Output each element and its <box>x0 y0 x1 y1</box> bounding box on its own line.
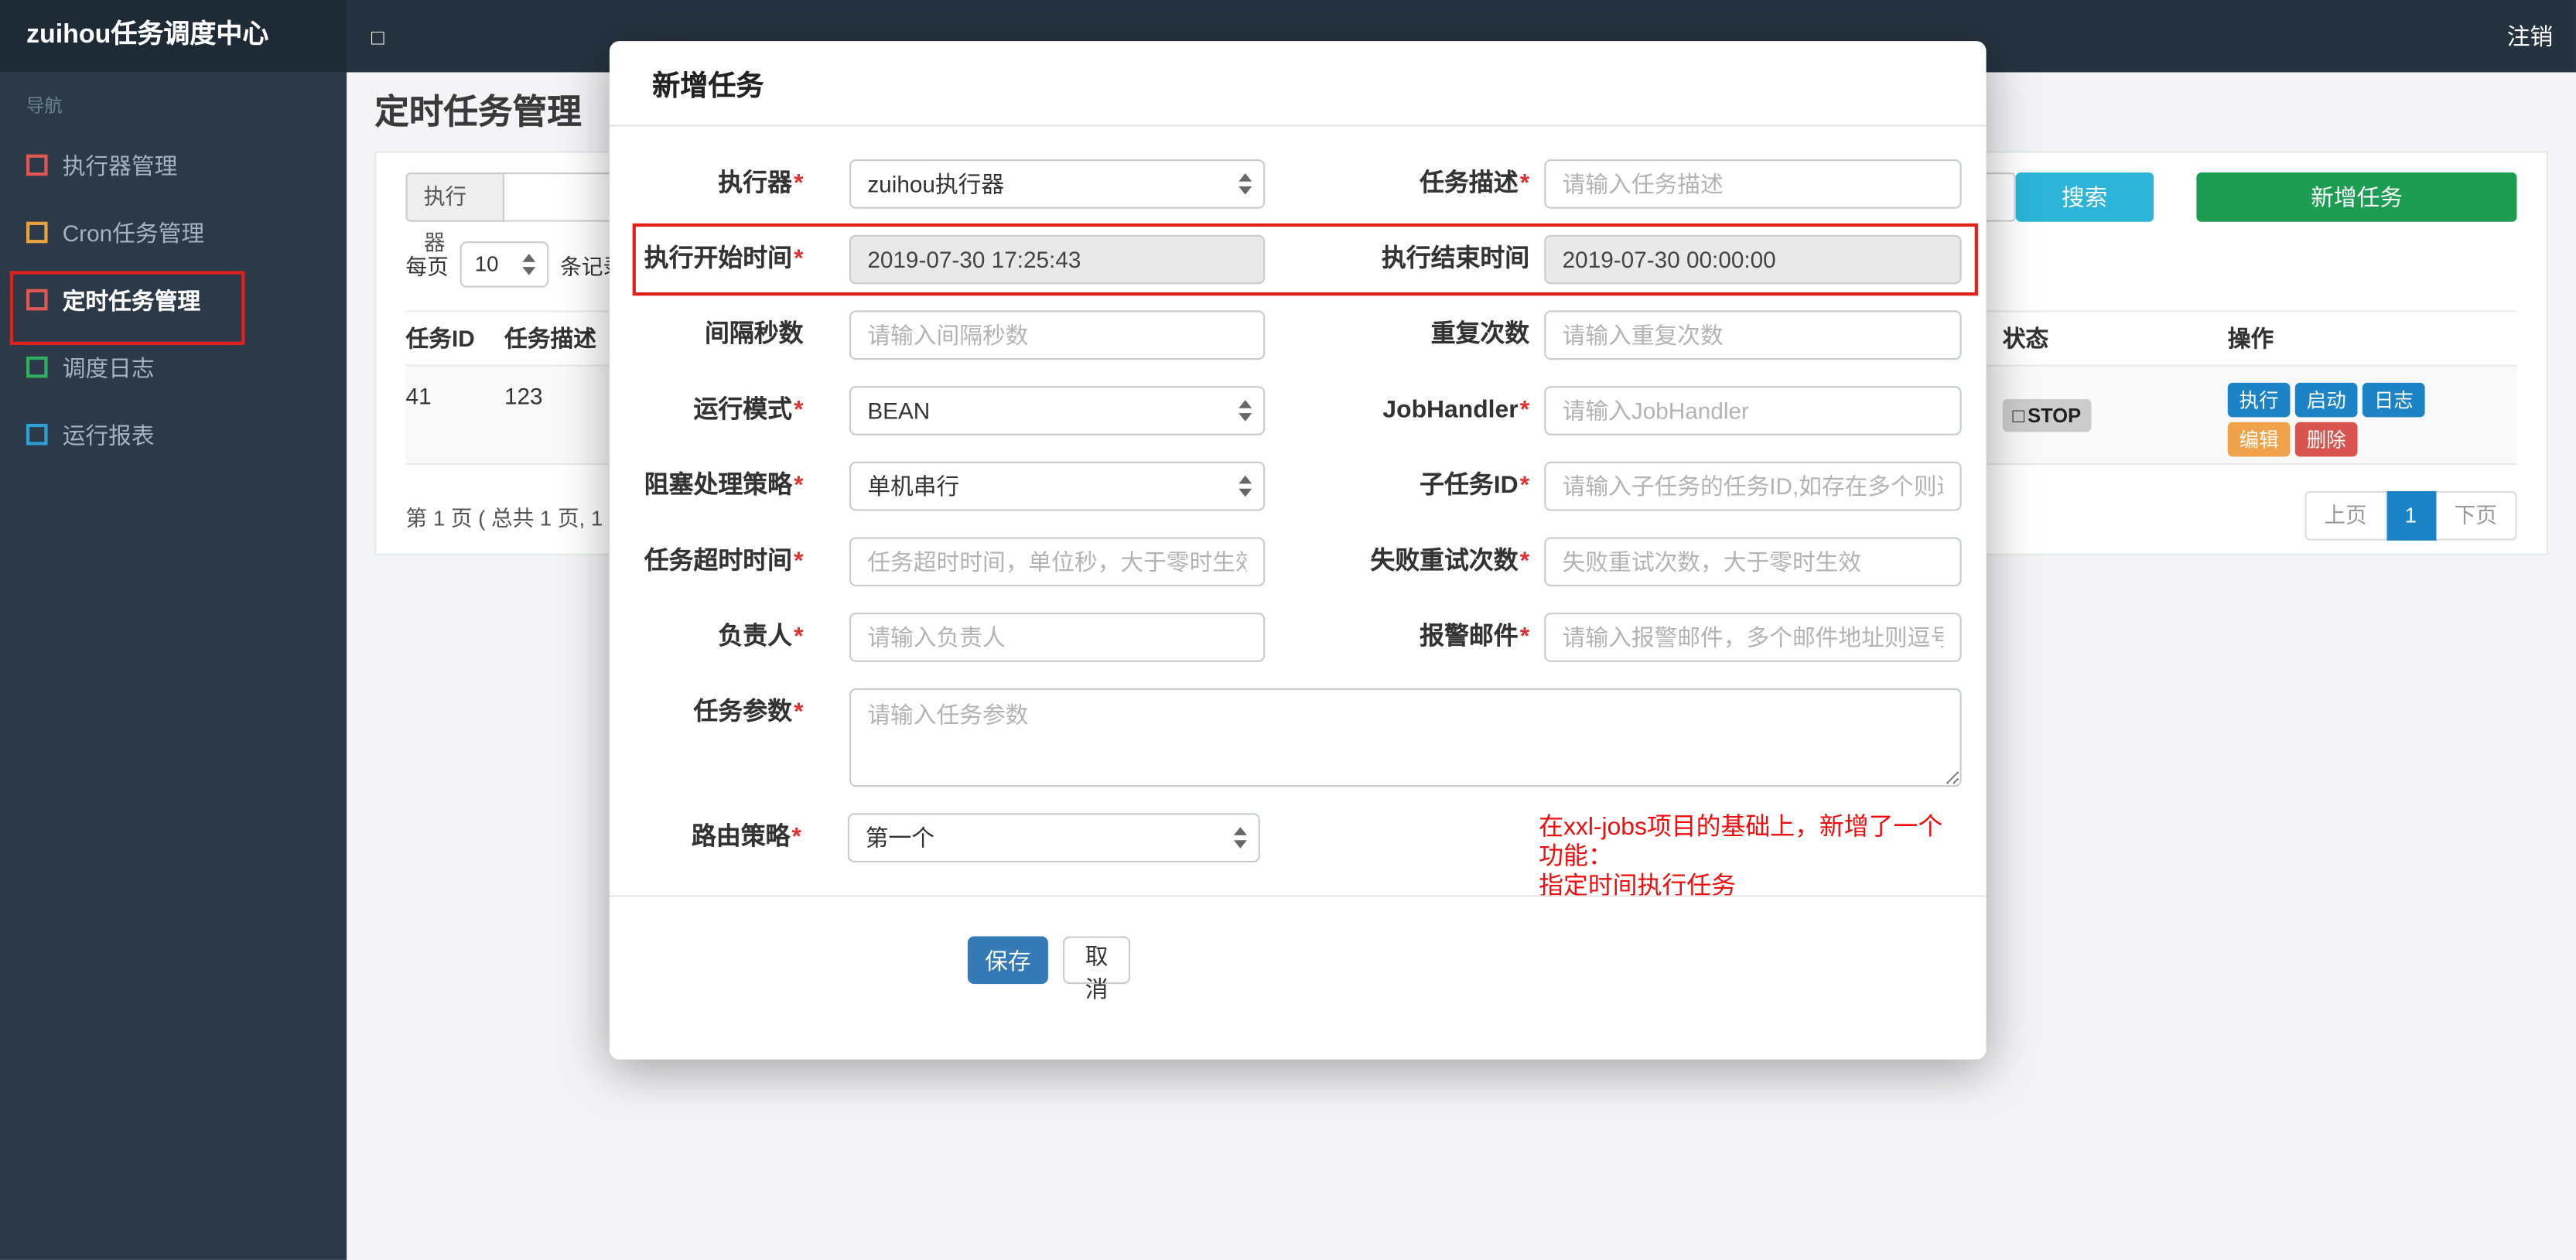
executor-label: 执行器 * <box>718 169 804 197</box>
modal-body: 执行器* zuihou执行器 任务描述* 执行开始时间* 执行结束时间 间隔秒数 <box>610 127 1987 900</box>
form-row-owner: 负责人* 报警邮件* <box>610 613 1962 662</box>
form-row-route-strategy: 路由策略 * 第一个 在xxl-jobs项目的基础上，新增了一个功能： 指定时间执… <box>610 813 1962 900</box>
run-mode-select[interactable]: BEAN <box>849 386 1266 435</box>
repeat-count-label: 重复次数 <box>1430 320 1530 349</box>
col-task-id: 任务ID <box>405 325 475 352</box>
executor-select[interactable]: zuihou执行器 <box>849 159 1266 209</box>
end-time-label: 执行结束时间 <box>1381 244 1530 273</box>
form-row-block-strategy: 阻塞处理策略 * 单机串行 子任务ID * <box>610 461 1962 511</box>
sidebar-item-label: 调度日志 <box>62 353 155 381</box>
alarm-email-input[interactable] <box>1544 613 1962 662</box>
modal-title: 新增任务 <box>609 41 1987 127</box>
jobhandler-input[interactable] <box>1544 386 1962 435</box>
sidebar-item-label: 运行报表 <box>62 421 155 448</box>
logout-link[interactable]: 注销 <box>2507 19 2553 52</box>
prev-page-button[interactable]: 上页 <box>2304 490 2387 541</box>
current-page-button[interactable]: 1 <box>2386 490 2437 541</box>
per-page-select[interactable]: 10 <box>460 241 549 288</box>
block-strategy-select[interactable]: 单机串行 <box>849 461 1266 511</box>
form-row-run-mode: 运行模式 * BEAN JobHandler * <box>610 386 1962 435</box>
child-task-label: 子任务ID * <box>1420 471 1530 500</box>
jobhandler-label: JobHandler * <box>1382 395 1530 424</box>
cell-actions: 执行 启动 日志 编辑 删除 <box>2227 367 2517 457</box>
sidebar: 导航 执行器管理 Cron任务管理 定时任务管理 调度日志 运行报表 <box>0 72 347 1260</box>
select-arrows-icon <box>1233 827 1247 849</box>
interval-label: 间隔秒数 <box>705 320 804 349</box>
save-button[interactable]: 保存 <box>967 936 1048 985</box>
sidebar-item-timed-task-mgmt[interactable]: 定时任务管理 <box>0 266 347 333</box>
form-row-exec-time: 执行开始时间* 执行结束时间 <box>610 234 1962 285</box>
add-task-button[interactable]: 新增任务 <box>2196 172 2517 222</box>
form-row-interval: 间隔秒数 重复次数 <box>610 310 1962 360</box>
delete-button[interactable]: 删除 <box>2294 422 2358 457</box>
status-badge: □ STOP <box>2002 399 2091 432</box>
start-time-input[interactable] <box>849 234 1266 285</box>
nav-section-label: 导航 <box>26 97 63 117</box>
cancel-button[interactable]: 取消 <box>1063 936 1131 1002</box>
owner-input[interactable] <box>849 613 1266 662</box>
task-desc-input[interactable] <box>1544 159 1962 209</box>
sidebar-item-run-report[interactable]: 运行报表 <box>0 401 347 468</box>
stop-square-icon: □ <box>2012 404 2024 428</box>
page-info: 第 1 页 ( 总共 1 页, 1 <box>405 505 603 530</box>
run-mode-label: 运行模式 * <box>693 395 804 424</box>
sidebar-item-dispatch-log[interactable]: 调度日志 <box>0 333 347 401</box>
col-actions: 操作 <box>2227 325 2274 352</box>
retry-count-label: 失败重试次数 * <box>1370 547 1530 575</box>
sidebar-collapse-icon[interactable]: □ <box>371 24 384 49</box>
pagination: 上页 1 下页 <box>2304 490 2517 541</box>
start-time-label: 执行开始时间 * <box>644 244 804 273</box>
select-arrows-icon <box>1238 173 1252 195</box>
timeout-label: 任务超时时间 * <box>644 547 804 575</box>
alarm-email-label: 报警邮件 * <box>1420 622 1530 650</box>
start-button[interactable]: 启动 <box>2294 382 2358 418</box>
interval-input[interactable] <box>849 310 1266 360</box>
add-task-modal: 新增任务 执行器* zuihou执行器 任务描述* 执行开始时间* 执行结束时间 <box>609 41 1987 1060</box>
task-params-textarea[interactable] <box>849 688 1962 787</box>
select-arrows-icon <box>1238 475 1252 497</box>
edit-button[interactable]: 编辑 <box>2227 422 2291 457</box>
sidebar-item-cron-task-mgmt[interactable]: Cron任务管理 <box>0 199 347 266</box>
run-button[interactable]: 执行 <box>2227 382 2291 418</box>
app: zuihou任务调度中心 □ 注销 导航 执行器管理 Cron任务管理 定时任务… <box>0 0 2576 1260</box>
select-arrows-icon <box>1238 400 1252 422</box>
square-icon <box>26 289 48 311</box>
owner-label: 负责人 * <box>718 622 804 650</box>
feature-hint-text: 在xxl-jobs项目的基础上，新增了一个功能： 指定时间执行任务 <box>1539 813 1943 900</box>
route-strategy-label: 路由策略 * <box>691 822 801 852</box>
search-button[interactable]: 搜索 <box>2014 172 2154 222</box>
route-strategy-select[interactable]: 第一个 <box>847 813 1260 862</box>
form-row-task-params: 任务参数 * <box>610 688 1962 787</box>
square-icon <box>26 221 48 244</box>
form-row-executor: 执行器 * zuihou执行器 任务描述 * <box>610 159 1962 209</box>
form-row-timeout: 任务超时时间* 失败重试次数* <box>610 537 1962 587</box>
sidebar-item-executor-mgmt[interactable]: 执行器管理 <box>0 131 347 199</box>
cell-task-id: 41 <box>405 382 432 409</box>
square-icon <box>26 423 48 446</box>
log-button[interactable]: 日志 <box>2362 382 2425 418</box>
square-icon <box>26 356 48 378</box>
executor-filter-label: 执行器 <box>405 172 504 254</box>
task-desc-label: 任务描述 * <box>1420 169 1530 197</box>
sidebar-item-label: Cron任务管理 <box>62 219 205 246</box>
sidebar-item-label: 执行器管理 <box>62 152 178 179</box>
child-task-input[interactable] <box>1544 461 1962 511</box>
block-strategy-label: 阻塞处理策略 * <box>644 471 804 500</box>
app-brand[interactable]: zuihou任务调度中心 <box>0 0 347 73</box>
task-params-label: 任务参数 * <box>693 698 804 726</box>
retry-count-input[interactable] <box>1544 537 1962 587</box>
next-page-button[interactable]: 下页 <box>2436 490 2517 541</box>
per-page-prefix: 每页 <box>405 254 449 278</box>
square-icon <box>26 154 48 176</box>
repeat-count-input[interactable] <box>1544 310 1962 360</box>
col-status: 状态 <box>2002 325 2049 352</box>
end-time-input[interactable] <box>1544 234 1962 285</box>
sidebar-item-label: 定时任务管理 <box>62 286 201 313</box>
timeout-input[interactable] <box>849 537 1266 587</box>
select-arrows-icon <box>522 254 536 275</box>
modal-footer: 保存 取消 <box>609 895 1987 1070</box>
